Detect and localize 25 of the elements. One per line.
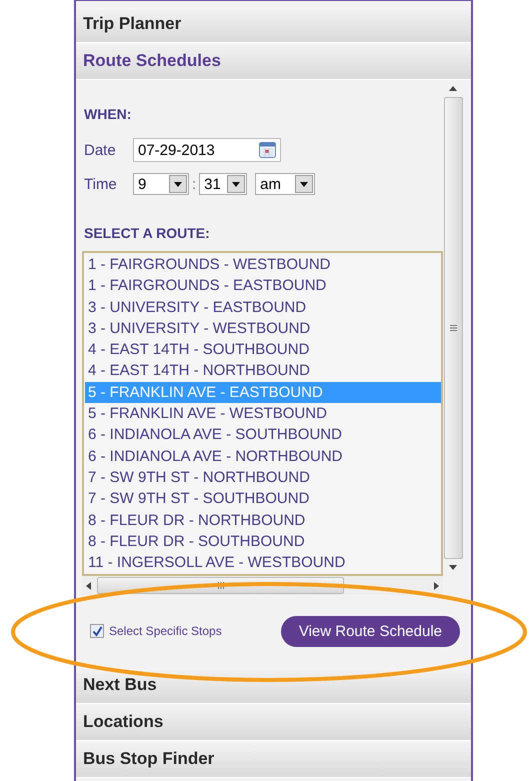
- route-option[interactable]: 11 - INGERSOLL AVE - WESTBOUND: [85, 552, 441, 574]
- route-heading: SELECT A ROUTE:: [84, 225, 211, 243]
- route-option[interactable]: 5 - FRANKLIN AVE - WESTBOUND: [85, 403, 441, 424]
- route-option[interactable]: 4 - EAST 14TH - NORTHBOUND: [85, 360, 441, 382]
- meridiem-select[interactable]: am: [255, 173, 316, 195]
- route-option[interactable]: 1 - FAIRGROUNDS - WESTBOUND: [85, 254, 441, 276]
- route-option[interactable]: 4 - EAST 14TH - SOUTHBOUND: [85, 339, 441, 360]
- time-label: Time: [84, 176, 118, 192]
- route-option[interactable]: 6 - INDIANOLA AVE - SOUTHBOUND: [85, 424, 441, 446]
- view-schedule-button[interactable]: View Route Schedule: [280, 616, 460, 647]
- route-option[interactable]: 8 - FLEUR DR - NORTHBOUND: [85, 510, 441, 531]
- time-separator: :: [192, 176, 196, 192]
- route-option[interactable]: 1 - FAIRGROUNDS - EASTBOUND: [85, 275, 441, 297]
- when-heading: WHEN:: [84, 106, 132, 124]
- date-field[interactable]: 07-29-2013: [133, 138, 281, 162]
- route-option[interactable]: 8 - FLEUR DR - SOUTHBOUND: [85, 530, 441, 552]
- minute-select[interactable]: 31: [199, 173, 248, 195]
- hour-select[interactable]: 9: [133, 173, 189, 195]
- route-option[interactable]: 3 - UNIVERSITY - WESTBOUND: [85, 318, 441, 340]
- route-option[interactable]: 3 - UNIVERSITY - EASTBOUND: [85, 296, 441, 318]
- route-option[interactable]: 7 - SW 9TH ST - NORTHBOUND: [85, 466, 441, 488]
- date-label: Date: [84, 142, 117, 158]
- route-option[interactable]: 6 - INDIANOLA AVE - NORTHBOUND: [85, 446, 441, 467]
- checkbox-label[interactable]: Select Specific Stops: [109, 624, 222, 638]
- route-option[interactable]: 7 - SW 9TH ST - SOUTHBOUND: [85, 488, 441, 510]
